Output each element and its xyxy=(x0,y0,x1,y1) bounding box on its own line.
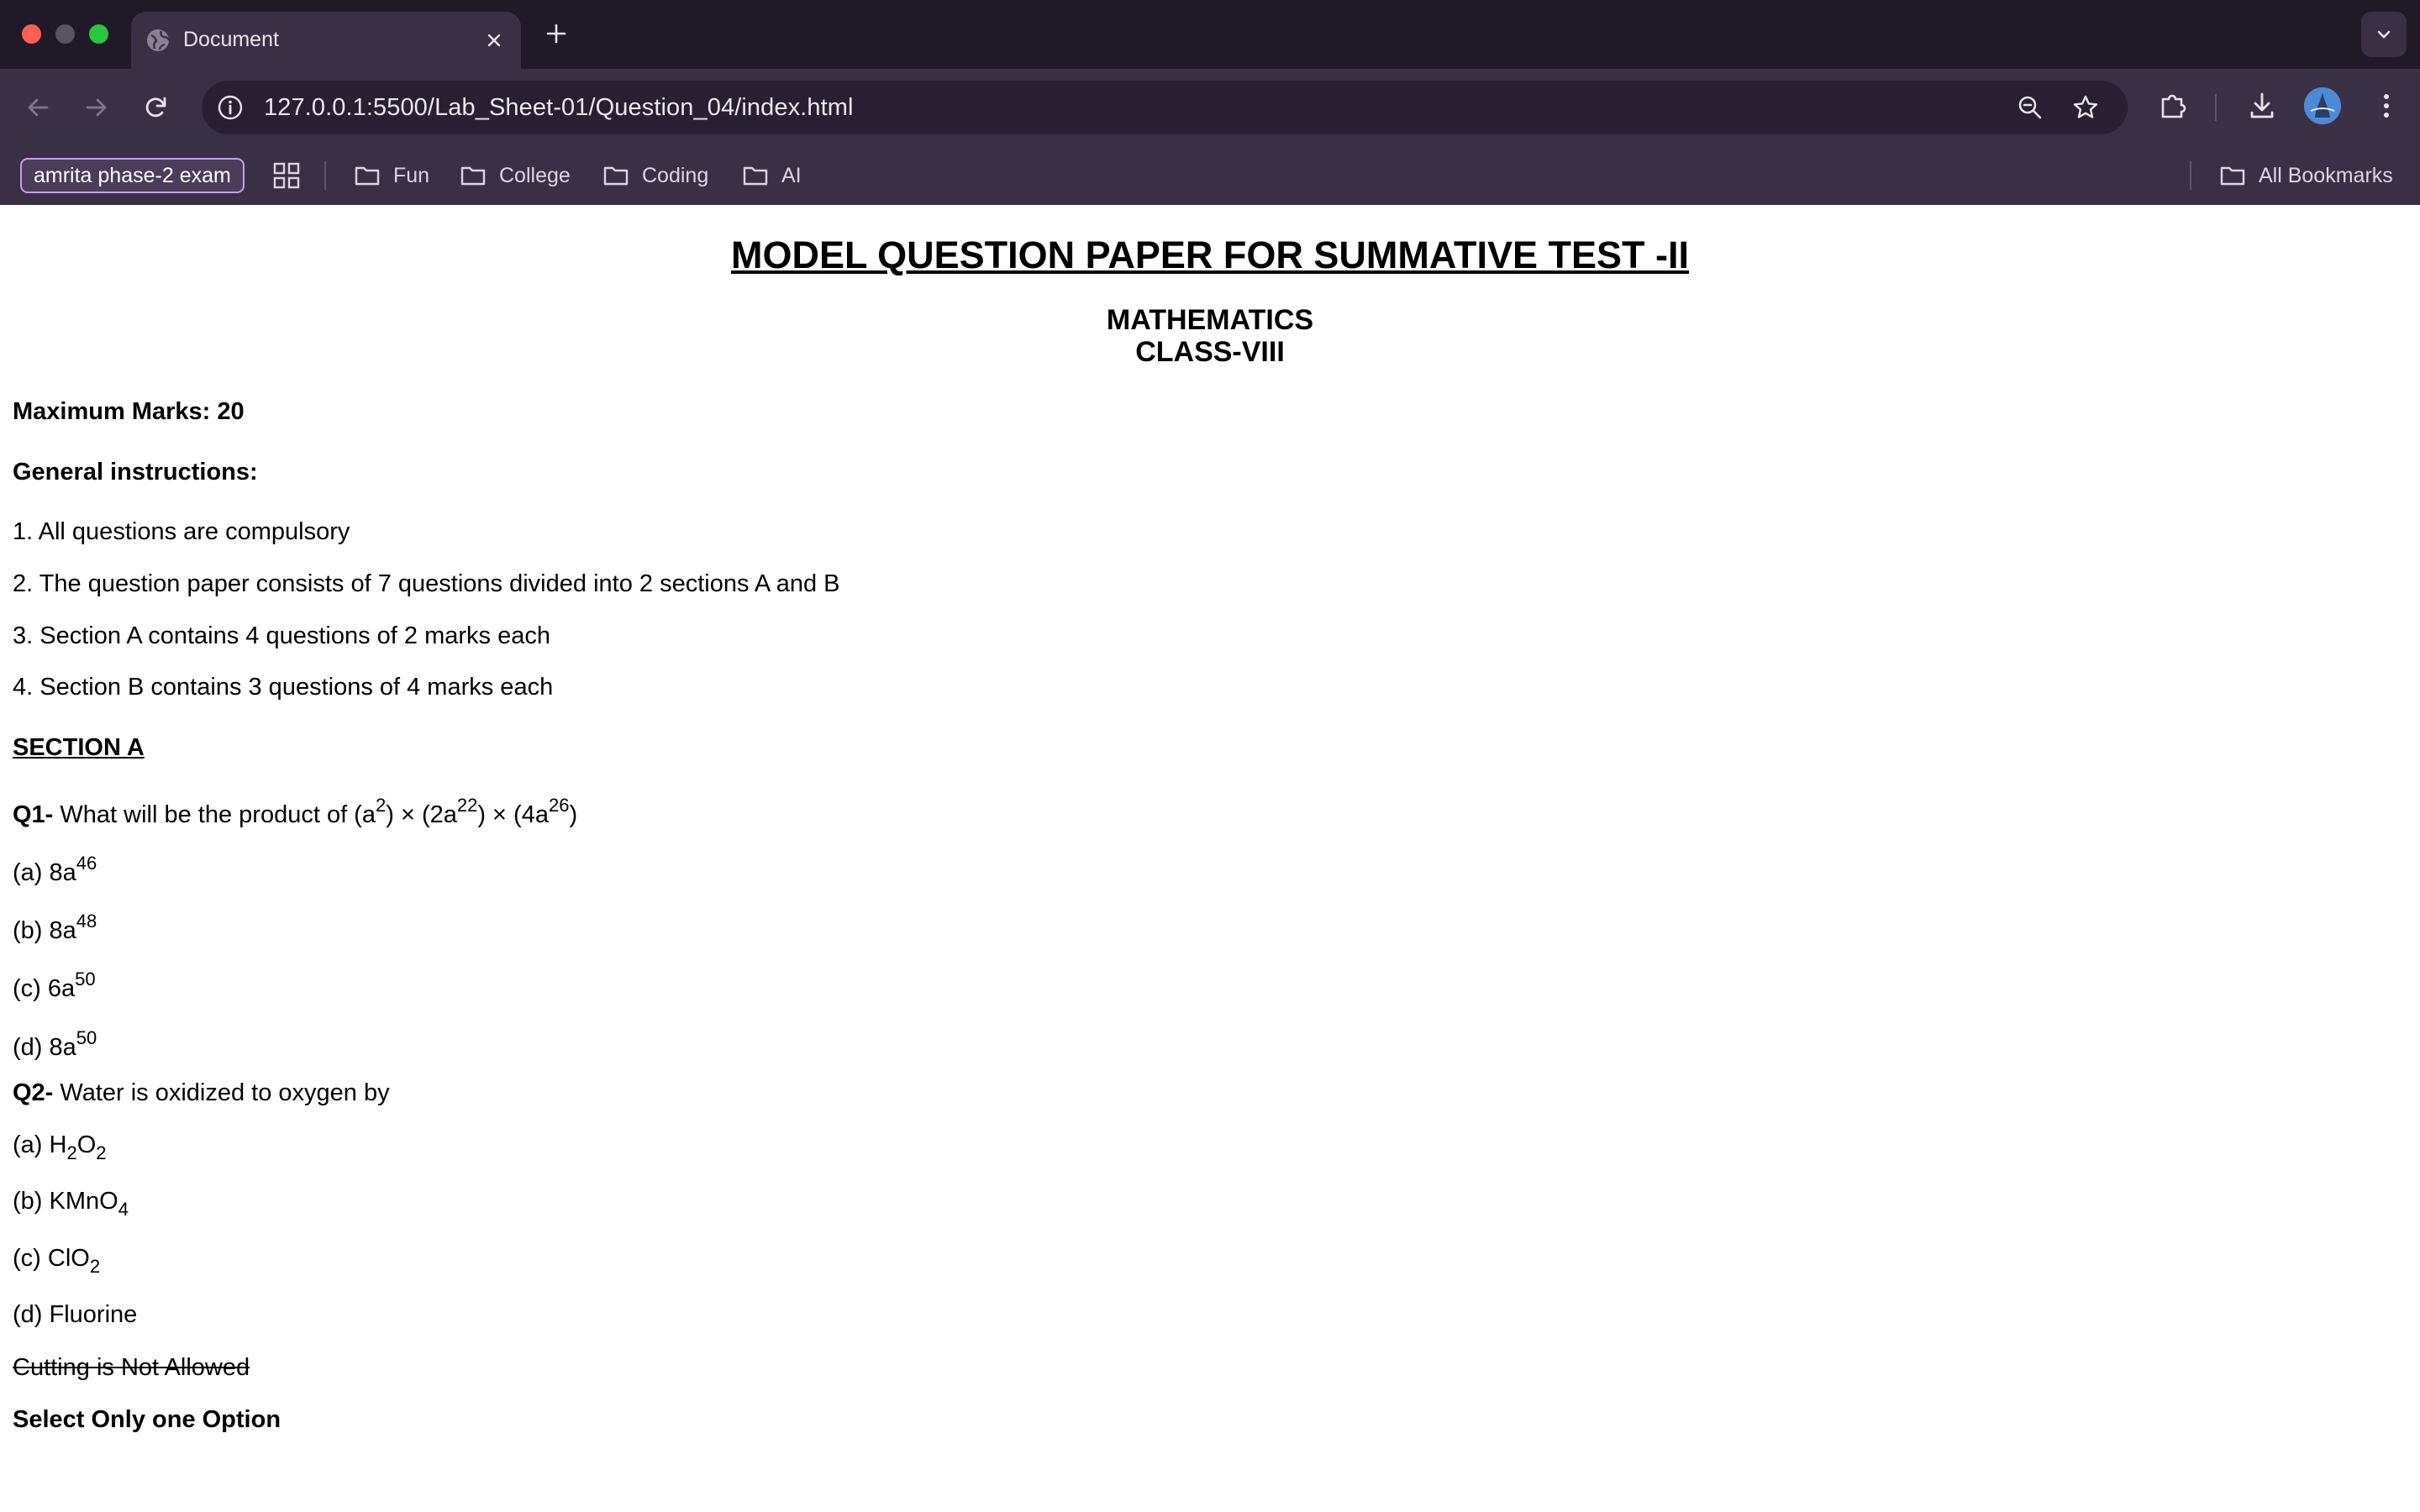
instruction-item: 1. All questions are compulsory xyxy=(13,518,350,545)
q1-option-b: (b) 8a48 xyxy=(13,911,97,945)
exponent: 26 xyxy=(548,795,570,816)
general-instructions-heading: General instructions: xyxy=(13,459,258,486)
download-icon[interactable] xyxy=(2244,87,2281,124)
folder-icon xyxy=(355,166,380,186)
exponent: 50 xyxy=(75,969,96,990)
all-bookmarks-label: All Bookmarks xyxy=(2259,163,2393,187)
q2-option-d: (d) Fluorine xyxy=(13,1301,138,1328)
exponent: 48 xyxy=(76,911,97,932)
class-title: CLASS-VIII xyxy=(1135,336,1285,368)
q2-option-b: (b) KMnO4 xyxy=(13,1188,129,1221)
question-1: Q1- What will be the product of (a2) × (… xyxy=(13,795,577,829)
bookmark-folder-fun[interactable]: Fun xyxy=(353,160,429,191)
bookmarks-bar: amrita phase-2 exam Fun College Coding A… xyxy=(0,146,2420,205)
maximum-marks: Maximum Marks: 20 xyxy=(13,398,245,425)
all-bookmarks-button[interactable]: All Bookmarks xyxy=(2218,160,2393,191)
profile-avatar[interactable] xyxy=(2304,87,2341,124)
bookmark-folder-label: AI xyxy=(781,163,802,187)
option-text: O xyxy=(76,1131,97,1158)
option-text: (b) KMnO xyxy=(13,1188,118,1215)
folder-icon xyxy=(743,166,768,186)
folder-icon xyxy=(2220,166,2245,186)
bookmark-folder-label: College xyxy=(499,163,571,187)
bookmark-folder-ai[interactable]: AI xyxy=(741,160,802,191)
option-text: (c) 6a xyxy=(13,975,76,1002)
exponent: 46 xyxy=(76,853,97,874)
page-content: MODEL QUESTION PAPER FOR SUMMATIVE TEST … xyxy=(0,205,2420,1512)
apps-grid-icon[interactable] xyxy=(271,160,302,192)
section-a-heading: SECTION A xyxy=(13,734,145,761)
bookmark-amrita-phase-2-exam[interactable]: amrita phase-2 exam xyxy=(20,158,245,193)
subject-title: MATHEMATICS xyxy=(1106,304,1314,336)
folder-icon xyxy=(603,166,629,186)
option-text: (a) H xyxy=(13,1131,67,1158)
extensions-puzzle-icon[interactable] xyxy=(2154,87,2191,124)
plus-icon[interactable] xyxy=(541,18,571,49)
question-label: Q2- xyxy=(13,1079,54,1106)
q1-option-d: (d) 8a50 xyxy=(13,1027,97,1062)
profile-picture-icon xyxy=(2304,87,2341,124)
folder-icon xyxy=(460,166,486,186)
question-2: Q2- Water is oxidized to oxygen by xyxy=(13,1079,390,1107)
subscript: 2 xyxy=(96,1142,107,1163)
tab-document[interactable]: Document xyxy=(131,12,521,69)
reload-icon[interactable] xyxy=(138,89,175,126)
question-text: Water is oxidized to oxygen by xyxy=(53,1079,390,1106)
back-arrow-icon[interactable] xyxy=(20,89,57,126)
exponent: 2 xyxy=(375,795,387,816)
select-one-option-note: Select Only one Option xyxy=(13,1406,281,1433)
q1-option-a: (a) 8a46 xyxy=(13,853,97,887)
browser-chrome: Document 127.0.0.1:5500/Lab_Sheet-01/Que… xyxy=(0,0,2420,205)
instruction-item: 2. The question paper consists of 7 ques… xyxy=(13,570,840,597)
maximize-window-button[interactable] xyxy=(89,24,108,44)
close-window-button[interactable] xyxy=(22,24,41,44)
question-text: What will be the product of (a xyxy=(53,801,376,828)
option-text: (b) 8a xyxy=(13,917,76,944)
exponent: 22 xyxy=(456,795,478,816)
navigation-toolbar: 127.0.0.1:5500/Lab_Sheet-01/Question_04/… xyxy=(0,69,2420,146)
subscript: 4 xyxy=(118,1199,129,1220)
question-text: ) × (4a xyxy=(477,801,549,828)
subscript: 2 xyxy=(89,1256,101,1277)
tab-strip: Document xyxy=(0,0,2420,69)
globe-icon xyxy=(147,29,171,51)
more-menu-icon[interactable] xyxy=(2368,87,2405,124)
option-text: (a) 8a xyxy=(13,859,76,886)
bookmark-folder-coding[interactable]: Coding xyxy=(602,160,708,191)
minimize-window-button[interactable] xyxy=(55,24,75,44)
subscript: 2 xyxy=(66,1142,77,1163)
page-title: MODEL QUESTION PAPER FOR SUMMATIVE TEST … xyxy=(730,234,1690,276)
option-text: (d) 8a xyxy=(13,1034,76,1061)
tab-title: Document xyxy=(183,28,279,51)
q1-option-c: (c) 6a50 xyxy=(13,969,96,1003)
bookmark-folder-college[interactable]: College xyxy=(459,160,571,191)
question-text: ) × (2a xyxy=(386,801,457,828)
address-bar[interactable]: 127.0.0.1:5500/Lab_Sheet-01/Question_04/… xyxy=(202,81,2128,134)
q2-option-a: (a) H2O2 xyxy=(13,1131,107,1164)
forward-arrow-icon[interactable] xyxy=(77,89,114,126)
question-text: ) xyxy=(569,801,578,828)
bookmark-folder-label: Fun xyxy=(393,163,430,187)
tab-search-button[interactable] xyxy=(2361,12,2407,57)
url-text[interactable]: 127.0.0.1:5500/Lab_Sheet-01/Question_04/… xyxy=(264,94,854,122)
chevron-down-icon xyxy=(2377,30,2391,39)
question-label: Q1- xyxy=(13,801,54,828)
close-icon[interactable] xyxy=(481,27,508,54)
instruction-item: 4. Section B contains 3 questions of 4 m… xyxy=(13,674,554,701)
bookmarks-separator xyxy=(324,161,326,190)
site-info-icon[interactable] xyxy=(215,92,245,123)
bookmarks-separator xyxy=(2190,161,2191,190)
cutting-not-allowed-note: Cutting is Not Allowed xyxy=(13,1354,250,1381)
bookmark-star-icon[interactable] xyxy=(2070,92,2101,123)
option-text: (c) ClO xyxy=(13,1245,90,1272)
toolbar-separator xyxy=(2215,94,2217,121)
instruction-item: 3. Section A contains 4 questions of 2 m… xyxy=(13,622,550,649)
q2-option-c: (c) ClO2 xyxy=(13,1245,100,1278)
bookmark-folder-label: Coding xyxy=(642,163,709,187)
exponent: 50 xyxy=(76,1027,97,1048)
zoom-icon[interactable] xyxy=(2015,92,2045,123)
